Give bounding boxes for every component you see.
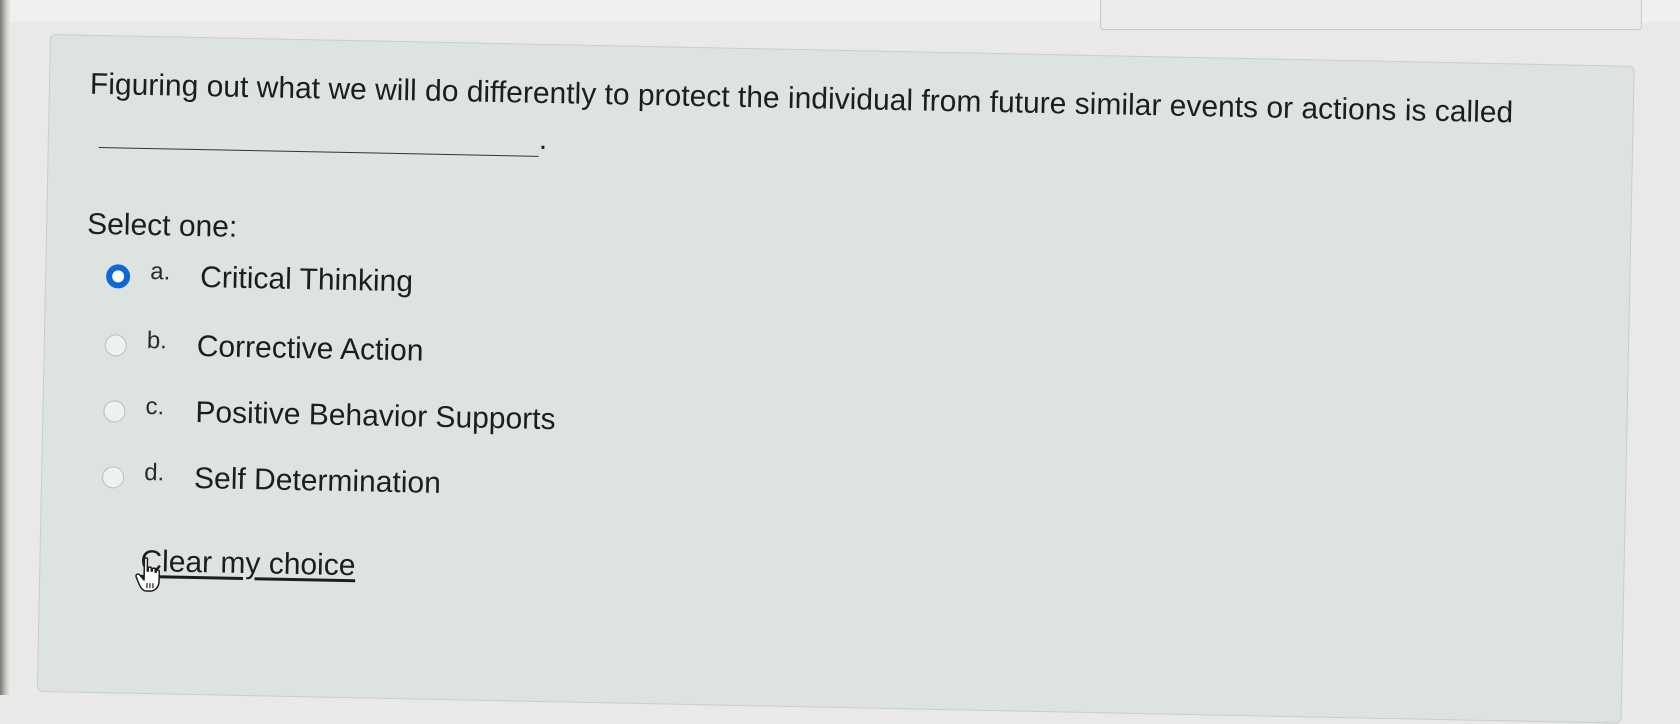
option-d-letter: d. bbox=[124, 459, 195, 488]
hand-pointer-icon bbox=[135, 557, 164, 594]
option-d-label[interactable]: Self Determination bbox=[194, 462, 441, 501]
option-b[interactable]: b. Corrective Action bbox=[104, 325, 424, 371]
previous-panel-edge bbox=[1100, 0, 1642, 30]
option-a-label[interactable]: Critical Thinking bbox=[200, 261, 413, 299]
option-b-letter: b. bbox=[127, 327, 198, 356]
question-end-punct: . bbox=[539, 123, 548, 156]
screen-left-edge bbox=[0, 0, 10, 695]
option-b-label[interactable]: Corrective Action bbox=[196, 330, 423, 369]
clear-my-choice-link[interactable]: Clear my choice bbox=[140, 545, 356, 583]
select-one-prompt: Select one: bbox=[87, 208, 238, 245]
radio-option-a[interactable] bbox=[106, 264, 130, 288]
option-a[interactable]: a. Critical Thinking bbox=[106, 256, 414, 302]
option-c-label[interactable]: Positive Behavior Supports bbox=[195, 396, 556, 437]
answer-blank bbox=[99, 111, 540, 157]
option-a-letter: a. bbox=[130, 258, 201, 287]
question-text: Figuring out what we will do differently… bbox=[89, 62, 1561, 183]
radio-option-b[interactable] bbox=[105, 334, 127, 356]
question-card: Figuring out what we will do differently… bbox=[37, 34, 1635, 724]
radio-option-c[interactable] bbox=[103, 400, 125, 422]
radio-option-d[interactable] bbox=[102, 466, 124, 488]
option-d[interactable]: d. Self Determination bbox=[102, 457, 442, 504]
option-c[interactable]: c. Positive Behavior Supports bbox=[103, 391, 556, 440]
option-c-letter: c. bbox=[125, 393, 196, 422]
